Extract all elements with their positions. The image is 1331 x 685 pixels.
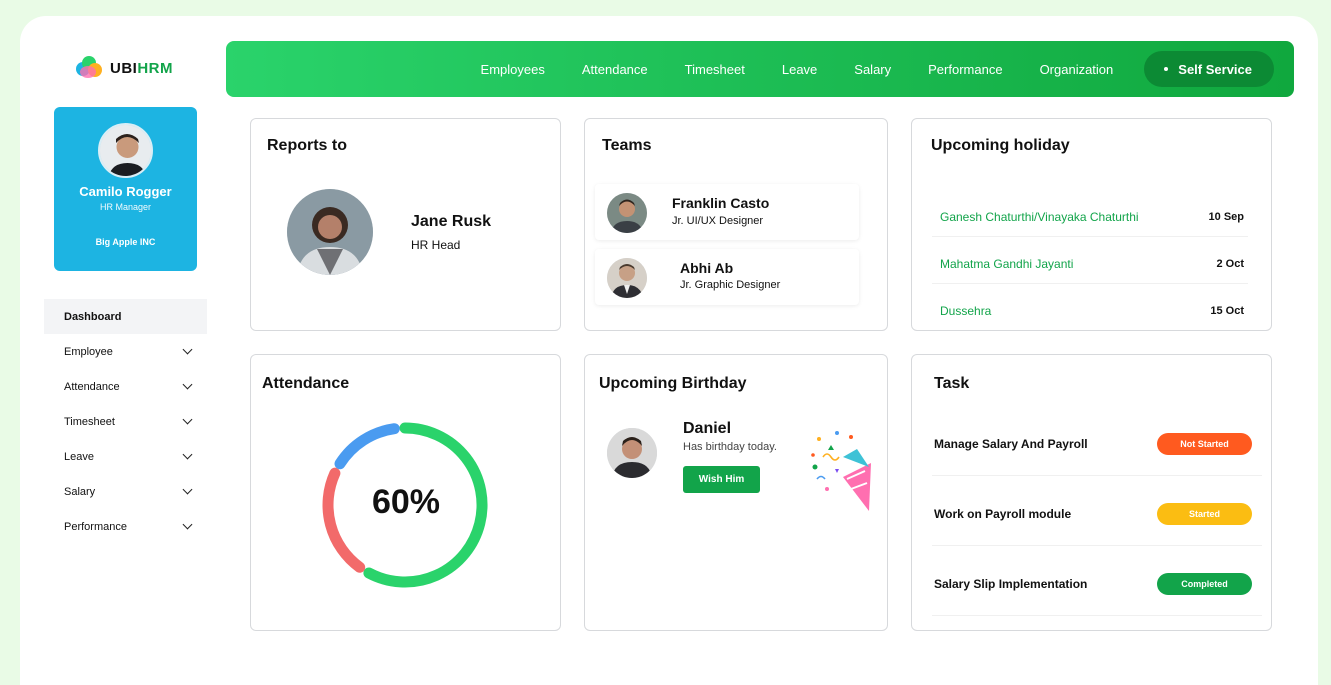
member-role: Jr. Graphic Designer [680, 279, 781, 291]
manager-name: Jane Rusk [411, 213, 492, 230]
chevron-down-icon [182, 484, 193, 495]
sidebar-item-label: Leave [64, 450, 94, 463]
holiday-date: 15 Oct [1210, 305, 1244, 317]
top-nav: Employees Attendance Timesheet Leave Sal… [226, 41, 1294, 97]
card-title: Teams [602, 137, 652, 154]
task-name: Manage Salary And Payroll [934, 436, 1088, 451]
team-member[interactable]: Abhi Ab Jr. Graphic Designer [595, 249, 859, 305]
dot-icon [1164, 67, 1169, 71]
self-service-button[interactable]: Self Service [1144, 51, 1274, 87]
holiday-name: Ganesh Chaturthi/Vinayaka Chaturthi [940, 209, 1139, 224]
status-badge: Completed [1157, 572, 1252, 595]
manager-avatar [287, 189, 373, 275]
sidebar-item-performance[interactable]: Performance [44, 509, 207, 544]
sidebar-item-label: Salary [64, 485, 96, 498]
sidebar-item-attendance[interactable]: Attendance [44, 369, 207, 404]
holiday-card: Upcoming holiday Ganesh Chaturthi/Vinaya… [911, 118, 1272, 331]
ring-segment-leave [334, 423, 400, 470]
task-row[interactable]: Manage Salary And Payroll Not Started [932, 412, 1262, 476]
chevron-down-icon [182, 519, 193, 530]
task-row[interactable]: Salary Slip Implementation Completed [932, 552, 1262, 616]
self-service-label: Self Service [1178, 61, 1252, 77]
logo-icon [74, 56, 104, 80]
nav-attendance[interactable]: Attendance [582, 62, 648, 77]
holiday-name: Dussehra [940, 304, 992, 318]
holiday-row: Ganesh Chaturthi/Vinayaka Chaturthi 10 Se… [932, 197, 1248, 237]
teams-card: Teams Franklin Casto Jr. UI/UX Designer … [584, 118, 888, 331]
birthday-name: Daniel [683, 420, 732, 437]
attendance-card: Attendance 60% [250, 354, 561, 631]
user-role: HR Manager [99, 202, 152, 212]
member-name: Franklin Casto [672, 195, 770, 211]
member-avatar [607, 193, 647, 233]
card-title: Reports to [267, 137, 347, 154]
reports-to-card: Reports to Jane Rusk HR Head [250, 118, 561, 331]
holiday-name: Mahatma Gandhi Jayanti [940, 256, 1074, 271]
holiday-date: 2 Oct [1216, 257, 1244, 270]
sidebar-item-label: Dashboard [64, 310, 122, 323]
nav-employees[interactable]: Employees [481, 62, 545, 77]
member-avatar [607, 258, 647, 298]
task-row[interactable]: Work on Payroll module Started [932, 482, 1262, 546]
sidebar-item-label: Performance [64, 520, 127, 533]
birthday-avatar [607, 428, 657, 478]
nav-salary[interactable]: Salary [854, 62, 891, 77]
user-company: Big Apple INC [95, 237, 156, 247]
sidebar-item-timesheet[interactable]: Timesheet [44, 404, 207, 439]
team-member[interactable]: Franklin Casto Jr. UI/UX Designer [595, 184, 859, 240]
sidebar-item-label: Attendance [64, 380, 120, 393]
chevron-down-icon [182, 344, 193, 355]
card-title: Upcoming holiday [931, 137, 1070, 154]
holiday-row: Dussehra 15 Oct [932, 291, 1248, 331]
task-name: Work on Payroll module [934, 506, 1072, 521]
sidebar: Dashboard Employee Attendance Timesheet … [44, 299, 207, 544]
logo-prefix: UBI [110, 59, 138, 77]
nav-organization[interactable]: Organization [1040, 62, 1114, 77]
app-logo[interactable]: UBIHRM [74, 56, 173, 80]
sidebar-item-leave[interactable]: Leave [44, 439, 207, 474]
chevron-down-icon [182, 449, 193, 460]
sidebar-item-label: Timesheet [64, 415, 115, 428]
card-title: Task [934, 375, 970, 392]
sidebar-item-label: Employee [64, 345, 113, 358]
nav-performance[interactable]: Performance [928, 62, 1002, 77]
holiday-date: 10 Sep [1208, 210, 1244, 223]
attendance-percent: 60% [371, 483, 441, 521]
user-avatar [98, 123, 153, 178]
sidebar-item-dashboard[interactable]: Dashboard [44, 299, 207, 334]
manager-role: HR Head [411, 238, 461, 252]
profile-card[interactable]: Camilo Rogger HR Manager Big Apple INC [54, 107, 197, 271]
sidebar-item-salary[interactable]: Salary [44, 474, 207, 509]
nav-leave[interactable]: Leave [782, 62, 817, 77]
task-card: Task Manage Salary And Payroll Not Starte… [911, 354, 1272, 631]
party-popper-icon [811, 431, 871, 511]
status-badge: Not Started [1157, 432, 1252, 455]
chevron-down-icon [182, 379, 193, 390]
card-title: Upcoming Birthday [599, 375, 747, 392]
task-name: Salary Slip Implementation [934, 576, 1088, 591]
birthday-subtitle: Has birthday today. [683, 441, 777, 453]
logo-text: UBIHRM [110, 60, 173, 77]
birthday-card: Upcoming Birthday Daniel Has birthday to… [584, 354, 888, 631]
user-name: Camilo Rogger [79, 184, 172, 199]
member-name: Abhi Ab [680, 260, 734, 276]
status-badge: Started [1157, 502, 1252, 525]
member-role: Jr. UI/UX Designer [672, 215, 764, 227]
holiday-row: Mahatma Gandhi Jayanti 2 Oct [932, 244, 1248, 284]
chevron-down-icon [182, 414, 193, 425]
logo-suffix: HRM [137, 59, 174, 77]
nav-timesheet[interactable]: Timesheet [685, 62, 745, 77]
sidebar-item-employee[interactable]: Employee [44, 334, 207, 369]
wish-him-button[interactable]: Wish Him [683, 466, 760, 493]
